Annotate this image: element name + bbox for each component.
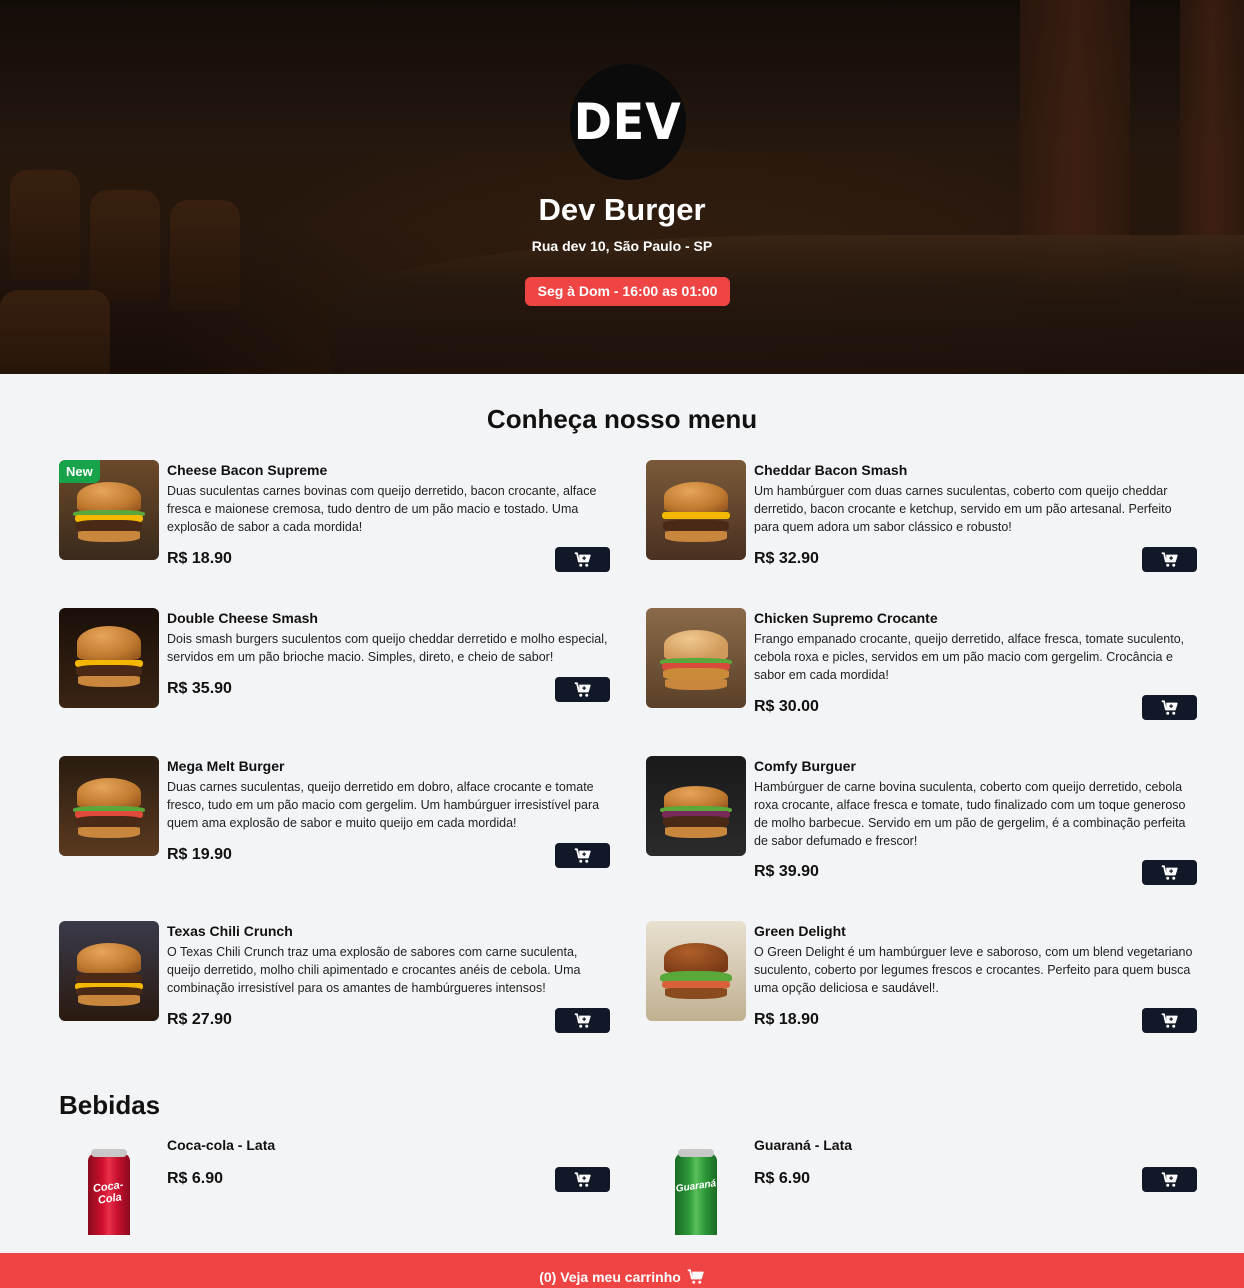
add-to-cart-button[interactable] (555, 843, 610, 868)
view-cart-button[interactable]: (0) Veja meu carrinho (0, 1253, 1244, 1288)
burger-image: New (59, 460, 159, 560)
menu-item: Double Cheese Smash Dois smash burgers s… (59, 608, 610, 720)
hero-overlay (0, 0, 1244, 374)
menu-item: Chicken Supremo Crocante Frango empanado… (646, 608, 1197, 728)
can-label: Coca-Cola (92, 1178, 125, 1207)
item-name: Cheddar Bacon Smash (754, 462, 908, 478)
menu-item: New Cheese Bacon Supreme Duas suculentas… (59, 460, 610, 572)
item-name: Comfy Burguer (754, 758, 856, 774)
drink-item: Guaraná Guaraná - Lata R$ 6.90 (646, 1135, 1197, 1235)
cart-icon (1161, 699, 1178, 715)
item-description: Dois smash burgers suculentos com queijo… (167, 632, 608, 664)
new-badge: New (59, 460, 100, 483)
restaurant-name: Dev Burger (538, 192, 706, 227)
burger-image (59, 756, 159, 856)
cart-icon (687, 1268, 704, 1284)
add-to-cart-button[interactable] (1142, 547, 1197, 572)
item-description: Frango empanado crocante, queijo derreti… (754, 632, 1185, 682)
add-to-cart-button[interactable] (555, 677, 610, 702)
drink-image: Coca-Cola (59, 1135, 159, 1235)
item-price: R$ 6.90 (754, 1170, 811, 1187)
menu-item: Comfy Burguer Hambúrguer de carne bovina… (646, 756, 1197, 886)
item-price: R$ 6.90 (167, 1170, 224, 1187)
item-description: O Texas Chili Crunch traz uma explosão d… (167, 945, 581, 995)
menu-title: Conheça nosso menu (486, 404, 758, 434)
view-cart-label: (0) Veja meu carrinho (539, 1268, 681, 1285)
item-name: Guaraná - Lata (754, 1137, 853, 1153)
drink-image: Guaraná (646, 1135, 746, 1235)
item-price: R$ 27.90 (167, 1011, 232, 1028)
cart-icon (1161, 864, 1178, 880)
item-description: Duas carnes suculentas, queijo derretido… (167, 780, 600, 830)
burger-image (646, 608, 746, 708)
cart-icon (574, 551, 591, 567)
can-shape: Guaraná (675, 1149, 717, 1235)
item-description: Hambúrguer de carne bovina suculenta, co… (754, 780, 1186, 848)
burger-image (59, 921, 159, 1021)
can-shape: Coca-Cola (88, 1149, 130, 1235)
cart-icon (1161, 551, 1178, 567)
opening-hours-badge: Seg à Dom - 16:00 as 01:00 (525, 277, 730, 306)
item-price: R$ 18.90 (167, 550, 232, 567)
item-description: Duas suculentas carnes bovinas com queij… (167, 484, 597, 534)
logo-text: DEV (574, 93, 682, 151)
item-name: Mega Melt Burger (167, 758, 285, 774)
add-to-cart-button[interactable] (555, 1167, 610, 1192)
add-to-cart-button[interactable] (1142, 1008, 1197, 1033)
cart-icon (574, 847, 591, 863)
item-description: Um hambúrguer com duas carnes suculentas… (754, 484, 1172, 534)
menu-item: Mega Melt Burger Duas carnes suculentas,… (59, 756, 610, 868)
item-description: O Green Delight é um hambúrguer leve e s… (754, 945, 1193, 995)
brand-logo: DEV (570, 64, 686, 180)
add-to-cart-button[interactable] (1142, 860, 1197, 885)
item-price: R$ 35.90 (167, 680, 232, 697)
add-to-cart-button[interactable] (1142, 695, 1197, 720)
item-name: Texas Chili Crunch (167, 923, 293, 939)
menu-item: Cheddar Bacon Smash Um hambúrguer com du… (646, 460, 1197, 572)
can-label: Guaraná (675, 1178, 717, 1195)
item-name: Cheese Bacon Supreme (167, 462, 328, 478)
add-to-cart-button[interactable] (555, 547, 610, 572)
item-name: Green Delight (754, 923, 846, 939)
item-price: R$ 19.90 (167, 846, 232, 863)
hero-banner: DEV Dev Burger Rua dev 10, São Paulo - S… (0, 0, 1244, 374)
menu-item: Green Delight O Green Delight é um hambú… (646, 921, 1197, 1033)
menu-item: Texas Chili Crunch O Texas Chili Crunch … (59, 921, 610, 1033)
drink-item: Coca-Cola Coca-cola - Lata R$ 6.90 (59, 1135, 610, 1235)
item-price: R$ 30.00 (754, 698, 819, 715)
item-name: Chicken Supremo Crocante (754, 610, 938, 626)
burger-image (646, 756, 746, 856)
burger-image (59, 608, 159, 708)
restaurant-address: Rua dev 10, São Paulo - SP (531, 238, 713, 254)
cart-icon (574, 1012, 591, 1028)
drinks-title: Bebidas (59, 1090, 161, 1120)
add-to-cart-button[interactable] (555, 1008, 610, 1033)
item-price: R$ 39.90 (754, 863, 819, 880)
cart-icon (574, 681, 591, 697)
add-to-cart-button[interactable] (1142, 1167, 1197, 1192)
item-name: Double Cheese Smash (167, 610, 318, 626)
item-name: Coca-cola - Lata (167, 1137, 276, 1153)
burger-image (646, 460, 746, 560)
item-price: R$ 32.90 (754, 550, 819, 567)
cart-icon (574, 1171, 591, 1187)
cart-icon (1161, 1012, 1178, 1028)
cart-icon (1161, 1171, 1178, 1187)
burger-image (646, 921, 746, 1021)
item-price: R$ 18.90 (754, 1011, 819, 1028)
